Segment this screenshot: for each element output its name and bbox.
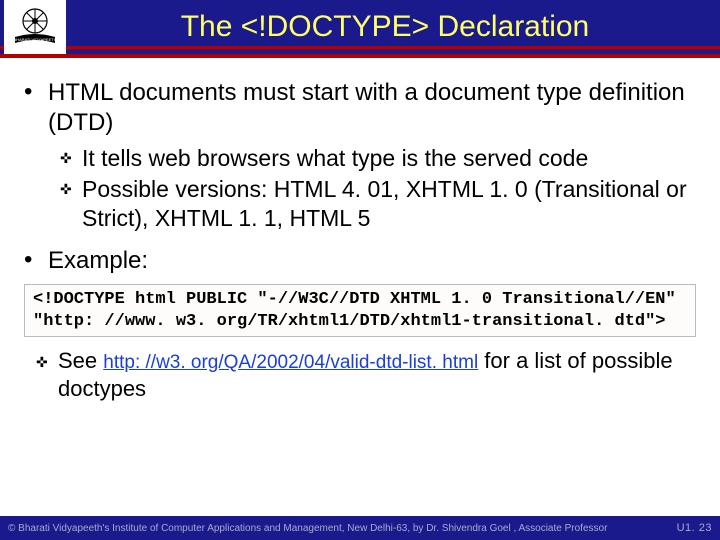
sub-bullet-text: It tells web browsers what type is the s…	[82, 144, 696, 173]
plus-icon: ✜	[36, 347, 58, 404]
bullet-text: Example:	[48, 246, 696, 276]
slide-content: • HTML documents must start with a docum…	[0, 58, 720, 276]
see-text: See http: //w3. org/QA/2002/04/valid-dtd…	[58, 347, 720, 404]
plus-icon: ✜	[60, 175, 82, 233]
svg-text:BHARATI VIDYAPEETH: BHARATI VIDYAPEETH	[13, 37, 56, 42]
see-prefix: See	[58, 348, 103, 373]
institution-logo: BHARATI VIDYAPEETH	[4, 0, 66, 54]
sub-bullet-list: ✜ It tells web browsers what type is the…	[60, 144, 696, 232]
footer-copyright: © Bharati Vidyapeeth's Institute of Comp…	[8, 523, 607, 534]
code-example-box: <!DOCTYPE html PUBLIC "-//W3C//DTD XHTML…	[24, 284, 696, 337]
bullet-main-1: • HTML documents must start with a docum…	[24, 78, 696, 138]
bullet-main-2: • Example:	[24, 246, 696, 276]
plus-icon: ✜	[60, 144, 82, 173]
sub-bullet-text: Possible versions: HTML 4. 01, XHTML 1. …	[82, 175, 696, 233]
footer-slide-number: U1. 23	[677, 522, 712, 534]
sub-bullet-1: ✜ It tells web browsers what type is the…	[60, 144, 696, 173]
doctype-list-link[interactable]: http: //w3. org/QA/2002/04/valid-dtd-lis…	[103, 352, 478, 373]
slide-footer: © Bharati Vidyapeeth's Institute of Comp…	[0, 516, 720, 540]
bullet-text: HTML documents must start with a documen…	[48, 78, 696, 138]
slide-title: The <!DOCTYPE> Declaration	[70, 10, 720, 44]
see-also-line: ✜ See http: //w3. org/QA/2002/04/valid-d…	[36, 347, 720, 404]
sub-bullet-2: ✜ Possible versions: HTML 4. 01, XHTML 1…	[60, 175, 696, 233]
slide-header: BHARATI VIDYAPEETH The <!DOCTYPE> Declar…	[0, 0, 720, 58]
bullet-dot-icon: •	[24, 246, 48, 276]
bullet-dot-icon: •	[24, 78, 48, 138]
